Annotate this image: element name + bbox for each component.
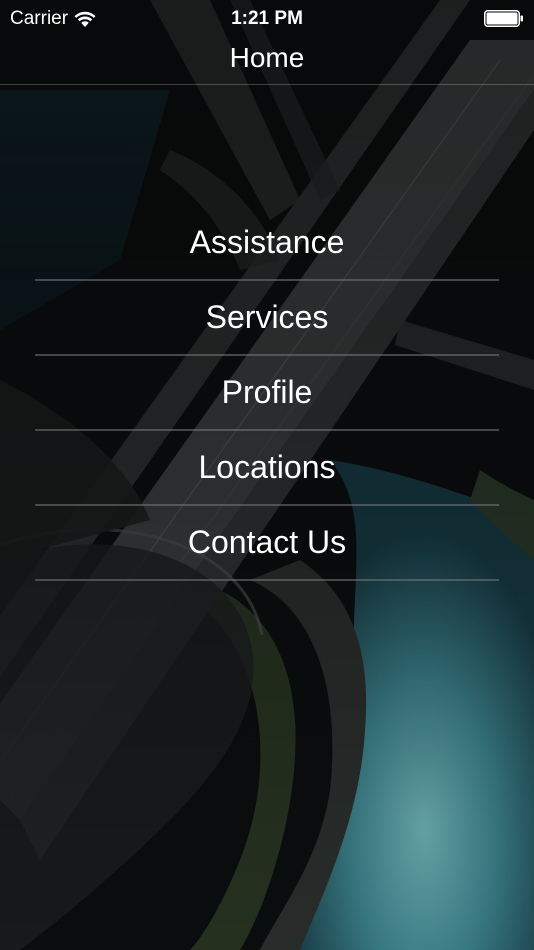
menu-item-label: Contact Us xyxy=(187,524,347,560)
menu-item-label: Assistance xyxy=(189,224,345,260)
menu-item-label: Profile xyxy=(221,374,313,410)
menu-item-assistance[interactable]: Assistance xyxy=(35,206,499,281)
main-menu: Assistance Services Profile Locations Co… xyxy=(35,206,499,581)
menu-item-label: Services xyxy=(205,299,329,335)
menu-item-contact-us[interactable]: Contact Us xyxy=(35,506,499,581)
menu-item-label: Locations xyxy=(198,449,336,485)
menu-item-locations[interactable]: Locations xyxy=(35,431,499,506)
navigation-bar: Home xyxy=(0,38,534,85)
menu-item-profile[interactable]: Profile xyxy=(35,356,499,431)
battery-full-icon xyxy=(484,10,523,27)
page-title: Home xyxy=(229,42,305,73)
menu-item-services[interactable]: Services xyxy=(35,281,499,356)
status-time: 1:21 PM xyxy=(231,8,303,29)
app-screen: Carrier 1:21 PM Home Assistance Services… xyxy=(0,0,534,950)
status-bar: Carrier 1:21 PM xyxy=(0,0,534,38)
